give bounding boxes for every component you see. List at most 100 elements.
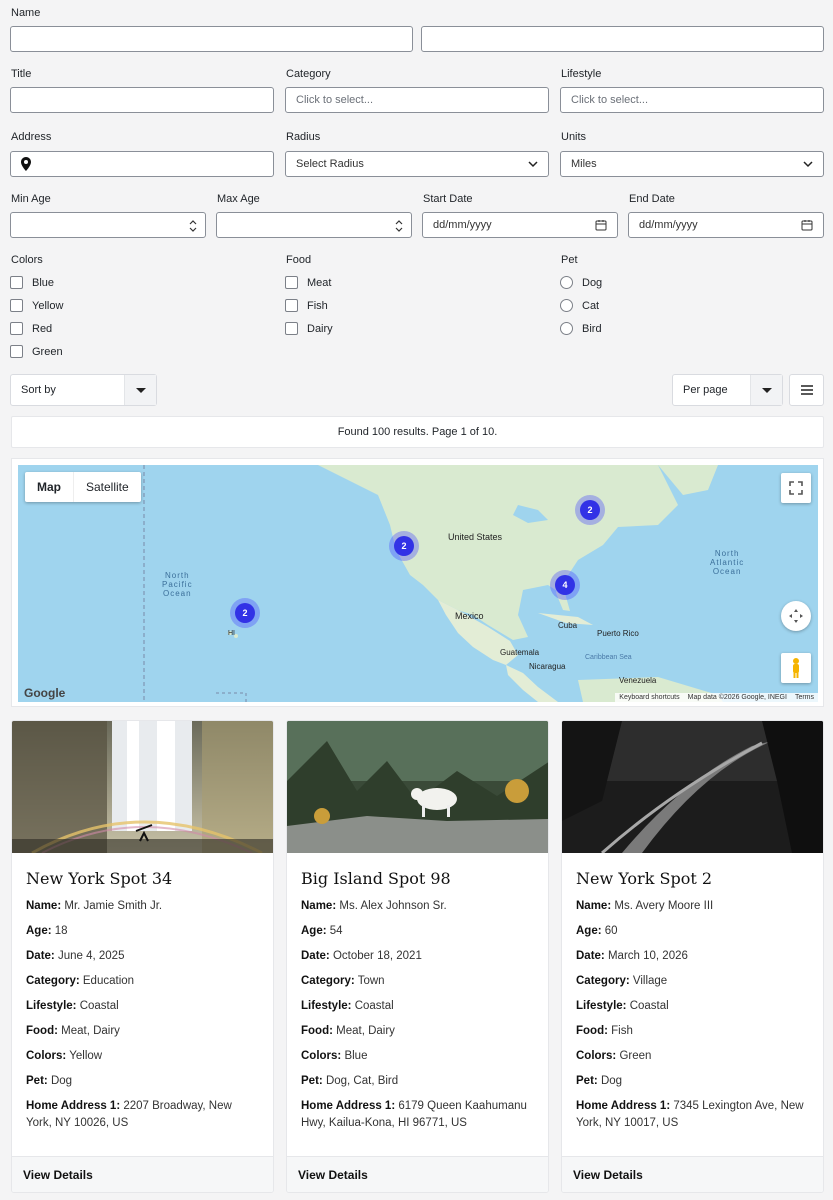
option-label: Cat <box>582 299 600 312</box>
street-view-button[interactable] <box>781 653 811 683</box>
option-label: Dog <box>582 276 603 289</box>
card-address: Home Address 1: 2207 Broadway, New York,… <box>26 1100 232 1129</box>
start-date-placeholder: dd/mm/yyyy <box>433 219 492 231</box>
checkbox[interactable] <box>285 299 298 312</box>
checkbox[interactable] <box>285 276 298 289</box>
calendar-icon[interactable] <box>595 219 607 231</box>
card-name: Name: Ms. Alex Johnson Sr. <box>301 900 447 912</box>
end-date-input[interactable]: dd/mm/yyyy <box>628 212 824 238</box>
card-category: Category: Town <box>301 975 385 987</box>
checkbox[interactable] <box>10 322 23 335</box>
map-label-venezuela: Venezuela <box>619 676 657 685</box>
satellite-tab[interactable]: Satellite <box>73 472 141 502</box>
radio[interactable] <box>560 322 573 335</box>
units-label: Units <box>561 131 587 143</box>
view-details-button[interactable]: View Details <box>12 1156 273 1192</box>
spinner-icon[interactable] <box>189 219 197 233</box>
keyboard-shortcuts-link[interactable]: Keyboard shortcuts <box>619 694 679 701</box>
radius-label: Radius <box>286 131 321 143</box>
map-label-caribbean: Caribbean Sea <box>585 654 632 661</box>
color-option-yellow[interactable]: Yellow <box>10 299 63 312</box>
max-age-input[interactable] <box>216 212 412 238</box>
result-card: Big Island Spot 98 Name: Ms. Alex Johnso… <box>286 720 549 1193</box>
checkbox[interactable] <box>10 276 23 289</box>
radio[interactable] <box>560 299 573 312</box>
last-name-input[interactable] <box>421 26 824 52</box>
min-age-input[interactable] <box>10 212 206 238</box>
map-label-puerto-rico: Puerto Rico <box>597 629 639 638</box>
google-logo: Google <box>24 686 66 700</box>
lifestyle-label: Lifestyle <box>561 68 602 80</box>
option-label: Fish <box>307 299 328 312</box>
color-option-green[interactable]: Green <box>10 345 63 358</box>
food-option-fish[interactable]: Fish <box>285 299 328 312</box>
fullscreen-icon <box>789 481 803 495</box>
per-page-dropdown[interactable]: Per page <box>672 374 783 406</box>
terms-link[interactable]: Terms <box>795 694 814 701</box>
card-title: New York Spot 2 <box>576 869 713 888</box>
card-address: Home Address 1: 7345 Lexington Ave, New … <box>576 1100 804 1129</box>
first-name-input[interactable] <box>10 26 413 52</box>
caret-down-icon[interactable] <box>750 375 782 405</box>
result-card: New York Spot 2 Name: Ms. Avery Moore II… <box>561 720 824 1193</box>
title-label: Title <box>11 68 32 80</box>
marker-cluster[interactable]: 4 <box>550 570 580 600</box>
location-pin-icon <box>21 157 31 171</box>
color-option-blue[interactable]: Blue <box>10 276 54 289</box>
pet-option-dog[interactable]: Dog <box>560 276 602 289</box>
camera-control-button[interactable] <box>781 601 811 631</box>
map-label-hi: HI <box>228 630 235 637</box>
end-date-placeholder: dd/mm/yyyy <box>639 219 698 231</box>
pet-option-bird[interactable]: Bird <box>560 322 602 335</box>
address-input[interactable] <box>10 151 274 177</box>
start-date-input[interactable]: dd/mm/yyyy <box>422 212 618 238</box>
card-date: Date: March 10, 2026 <box>576 950 688 962</box>
sort-by-dropdown[interactable]: Sort by <box>10 374 157 406</box>
fullscreen-button[interactable] <box>781 473 811 503</box>
checkbox[interactable] <box>285 322 298 335</box>
pan-arrows-icon <box>789 609 803 623</box>
chevron-down-icon <box>528 161 538 168</box>
category-select[interactable]: Click to select... <box>285 87 549 113</box>
lifestyle-placeholder: Click to select... <box>571 94 649 106</box>
card-date: Date: October 18, 2021 <box>301 950 422 962</box>
map-label-guatemala: Guatemala <box>500 648 540 657</box>
map-label-cuba: Cuba <box>558 621 578 630</box>
map-data-text: Map data ©2026 Google, INEGI <box>687 694 787 701</box>
pet-option-cat[interactable]: Cat <box>560 299 599 312</box>
card-lifestyle: Lifestyle: Coastal <box>301 1000 394 1012</box>
view-details-button[interactable]: View Details <box>562 1156 823 1192</box>
per-page-label: Per page <box>683 384 728 396</box>
list-view-button[interactable] <box>789 374 824 406</box>
view-details-button[interactable]: View Details <box>287 1156 548 1192</box>
card-food: Food: Meat, Dairy <box>26 1025 120 1037</box>
spinner-icon[interactable] <box>395 219 403 233</box>
card-lifestyle: Lifestyle: Coastal <box>26 1000 119 1012</box>
title-input[interactable] <box>10 87 274 113</box>
marker-cluster[interactable]: 2 <box>230 598 260 628</box>
radius-value: Select Radius <box>296 158 364 170</box>
map-label-us: United States <box>448 532 503 542</box>
food-option-dairy[interactable]: Dairy <box>285 322 333 335</box>
card-age: Age: 60 <box>576 925 618 937</box>
marker-cluster[interactable]: 2 <box>389 531 419 561</box>
checkbox[interactable] <box>10 345 23 358</box>
calendar-icon[interactable] <box>801 219 813 231</box>
marker-cluster[interactable]: 2 <box>575 495 605 525</box>
caret-down-icon[interactable] <box>124 375 156 405</box>
card-colors: Colors: Blue <box>301 1050 368 1062</box>
card-title: Big Island Spot 98 <box>301 869 451 888</box>
card-date: Date: June 4, 2025 <box>26 950 125 962</box>
units-select[interactable]: Miles <box>560 151 824 177</box>
lifestyle-select[interactable]: Click to select... <box>560 87 824 113</box>
food-option-meat[interactable]: Meat <box>285 276 331 289</box>
radius-select[interactable]: Select Radius <box>285 151 549 177</box>
card-food: Food: Fish <box>576 1025 633 1037</box>
map-canvas[interactable]: Map Satellite 2 2 2 4 United States Mexi… <box>18 465 818 702</box>
radio[interactable] <box>560 276 573 289</box>
color-option-red[interactable]: Red <box>10 322 52 335</box>
category-label: Category <box>286 68 331 80</box>
option-label: Yellow <box>32 299 64 312</box>
map-tab[interactable]: Map <box>25 472 73 502</box>
checkbox[interactable] <box>10 299 23 312</box>
